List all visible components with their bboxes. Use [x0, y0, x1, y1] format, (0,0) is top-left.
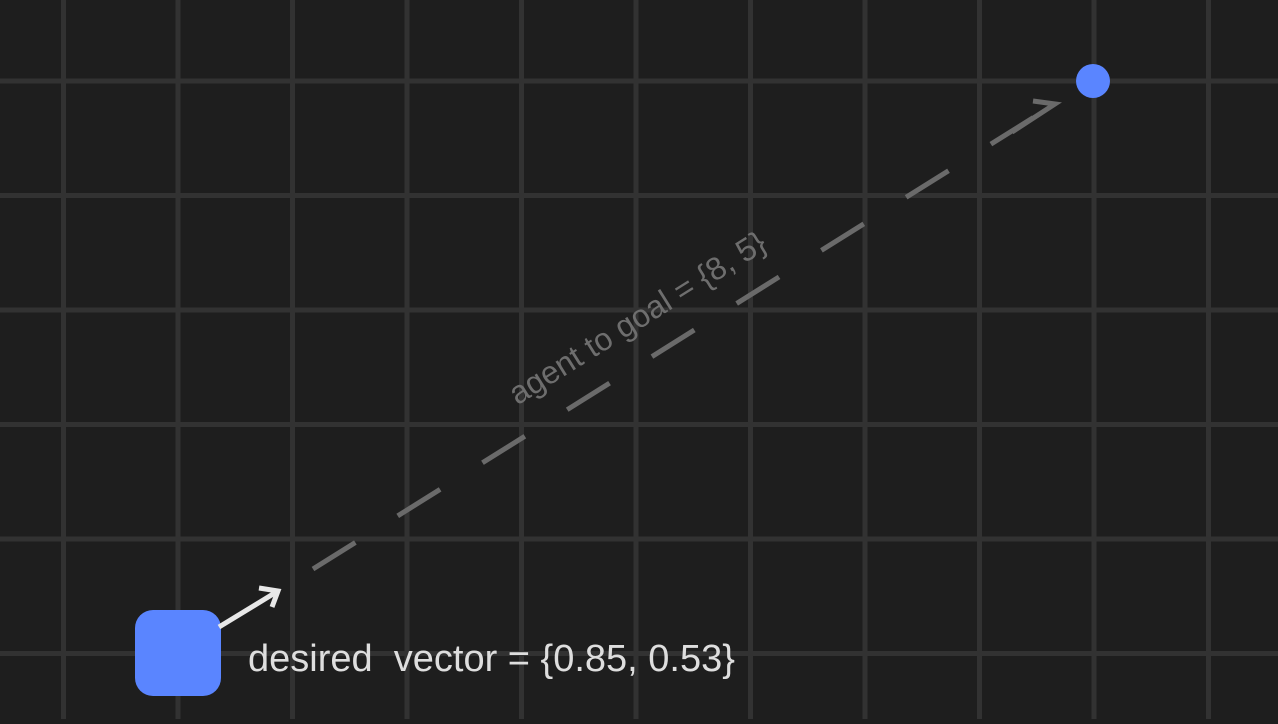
- agent-to-goal-arrowhead: [1010, 98, 1062, 135]
- desired-vector-line: [217, 588, 280, 630]
- agent-square: [135, 610, 221, 696]
- goal-dot: [1076, 64, 1110, 98]
- vector-diagram: agent to goal = {8, 5} desired vector = …: [0, 0, 1278, 719]
- diagram-canvas: agent to goal = {8, 5} desired vector = …: [0, 0, 1278, 719]
- desired-vector-label: desired vector = {0.85, 0.53}: [248, 638, 735, 680]
- agent-to-goal-line: [311, 101, 1057, 572]
